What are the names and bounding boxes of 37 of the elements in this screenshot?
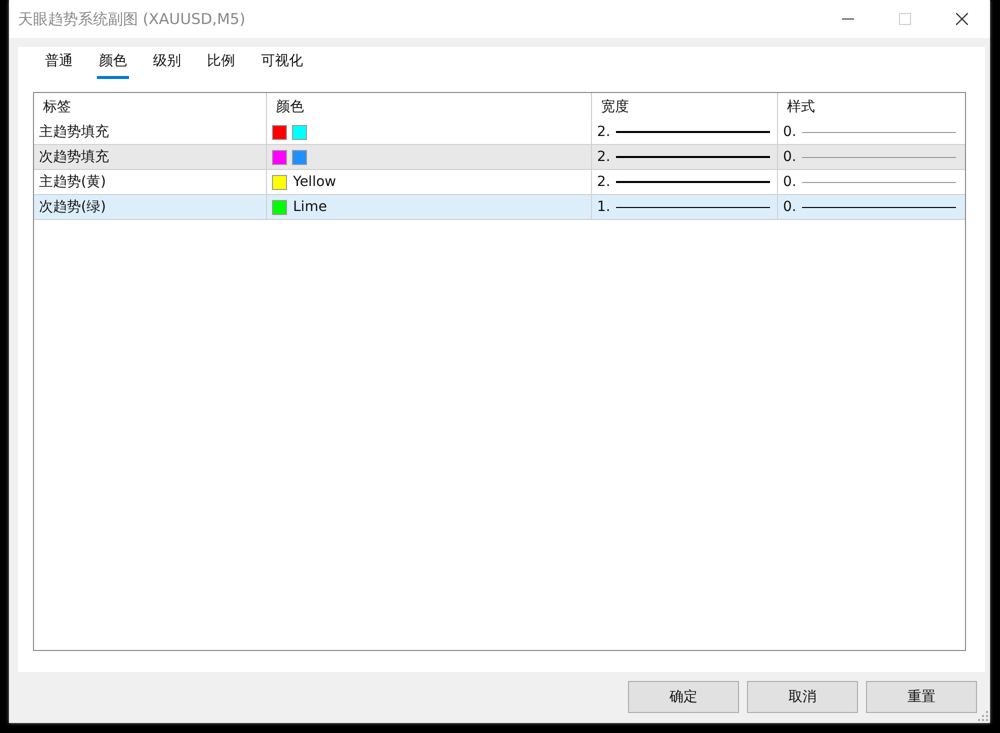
table-cell: 次趋势填充 [39, 148, 109, 166]
window-title: 天眼趋势系统副图 (XAUUSD,M5) [18, 10, 246, 28]
tab[interactable]: 级别 [151, 47, 183, 79]
tab[interactable]: 可视化 [259, 47, 305, 79]
tab[interactable]: 颜色 [97, 47, 129, 79]
width-value: 2. [597, 174, 611, 190]
style-value: 0. [783, 124, 797, 140]
color-swatch[interactable] [272, 174, 287, 190]
dialog-button[interactable]: 重置 [866, 681, 977, 713]
color-swatch[interactable] [292, 124, 307, 140]
table-row[interactable]: 次趋势(绿) Lime 1. 0. [34, 195, 965, 220]
column-header[interactable]: 宽度 [592, 93, 778, 120]
dialog-button[interactable]: 确定 [628, 681, 739, 713]
width-value: 2. [597, 124, 611, 140]
dialog-button[interactable]: 取消 [747, 681, 858, 713]
tab[interactable]: 普通 [43, 47, 75, 79]
width-value: 1. [597, 199, 611, 215]
style-value: 0. [783, 174, 797, 190]
style-value: 0. [783, 199, 797, 215]
style-value: 0. [783, 149, 797, 165]
column-header[interactable]: 标签 [34, 93, 267, 120]
width-value: 2. [597, 149, 611, 165]
color-swatch[interactable] [272, 124, 287, 140]
table-cell: 主趋势(黄) [39, 173, 106, 191]
resize-grip-icon[interactable] [978, 711, 988, 721]
color-swatch[interactable] [272, 200, 287, 214]
table-cell: 主趋势填充 [39, 123, 109, 141]
color-swatch[interactable] [292, 150, 307, 164]
column-header[interactable]: 样式 [778, 93, 965, 120]
color-swatch[interactable] [272, 150, 287, 164]
color-name: Lime [293, 199, 327, 215]
table-cell: 次趋势(绿) [39, 198, 106, 216]
table-row[interactable]: 次趋势填充 2. 0. [34, 145, 965, 170]
tab[interactable]: 比例 [205, 47, 237, 79]
close-icon[interactable] [956, 13, 968, 25]
color-name: Yellow [293, 174, 336, 190]
column-header[interactable]: 颜色 [267, 93, 592, 120]
